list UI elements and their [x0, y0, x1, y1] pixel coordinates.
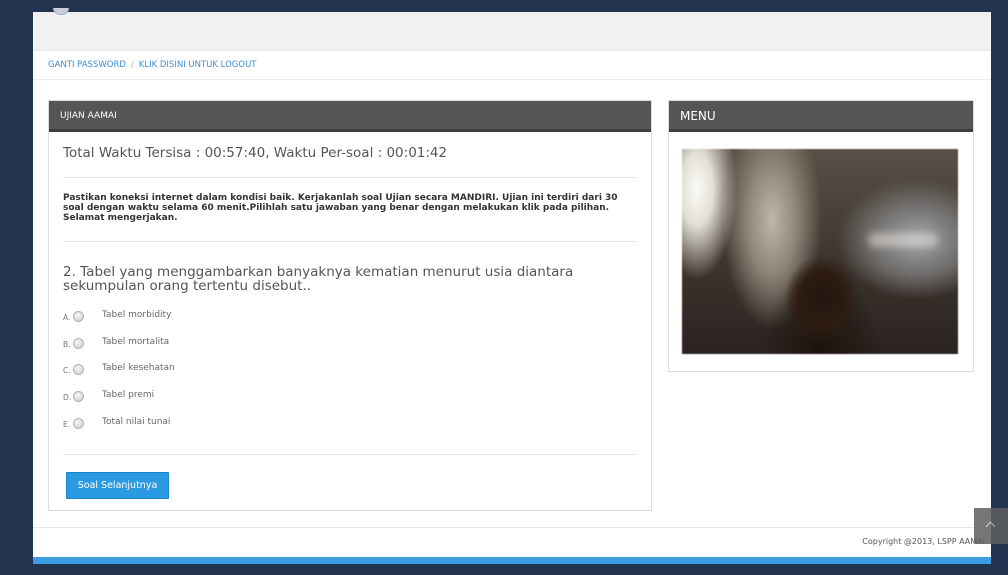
radio-button[interactable] [73, 391, 84, 402]
menu-panel-title: MENU [669, 101, 973, 132]
option-letter: A. [63, 313, 71, 322]
breadcrumb-separator: / [130, 60, 134, 70]
footer: Copyright @2013, LSPP AAMAI [33, 527, 991, 558]
copyright-text: Copyright @2013, LSPP AAMAI [862, 537, 985, 546]
exam-timer: Total Waktu Tersisa : 00:57:40, Waktu Pe… [63, 145, 448, 161]
footer-accent-bar [33, 557, 991, 564]
top-header-bar [33, 8, 991, 51]
option-letter: B. [63, 340, 71, 349]
option-label: Tabel premi [102, 390, 155, 400]
logout-link[interactable]: KLIK DISINI UNTUK LOGOUT [139, 60, 257, 70]
divider [63, 241, 637, 242]
menu-panel: MENU [668, 100, 974, 372]
exam-instructions: Pastikan koneksi internet dalam kondisi … [63, 193, 618, 223]
option-letter: D. [63, 393, 72, 402]
webcam-preview [682, 149, 958, 354]
next-question-button[interactable]: Soal Selanjutnya [66, 472, 169, 499]
radio-button[interactable] [73, 418, 84, 429]
option-label: Total nilai tunai [102, 417, 171, 427]
exam-panel: UJIAN AAMAI Total Waktu Tersisa : 00:57:… [48, 100, 652, 511]
option-letter: E. [63, 420, 71, 429]
radio-button[interactable] [73, 338, 84, 349]
logo-icon [53, 8, 69, 15]
option-label: Tabel morbidity [102, 310, 172, 320]
divider [63, 454, 637, 455]
divider [63, 177, 637, 178]
option-label: Tabel mortalita [102, 337, 170, 347]
radio-button[interactable] [73, 364, 84, 375]
change-password-link[interactable]: GANTI PASSWORD [48, 60, 126, 70]
option-label: Tabel kesehatan [102, 363, 175, 373]
question-text: 2. Tabel yang menggambarkan banyaknya ke… [63, 264, 574, 294]
scroll-to-top-button[interactable] [974, 508, 1008, 544]
exam-panel-title: UJIAN AAMAI [49, 101, 651, 132]
light-glare [868, 233, 938, 247]
breadcrumb: GANTI PASSWORD / KLIK DISINI UNTUK LOGOUT [33, 51, 991, 80]
page-container: GANTI PASSWORD / KLIK DISINI UNTUK LOGOUT … [33, 8, 991, 564]
option-letter: C. [63, 366, 71, 375]
radio-button[interactable] [73, 311, 84, 322]
